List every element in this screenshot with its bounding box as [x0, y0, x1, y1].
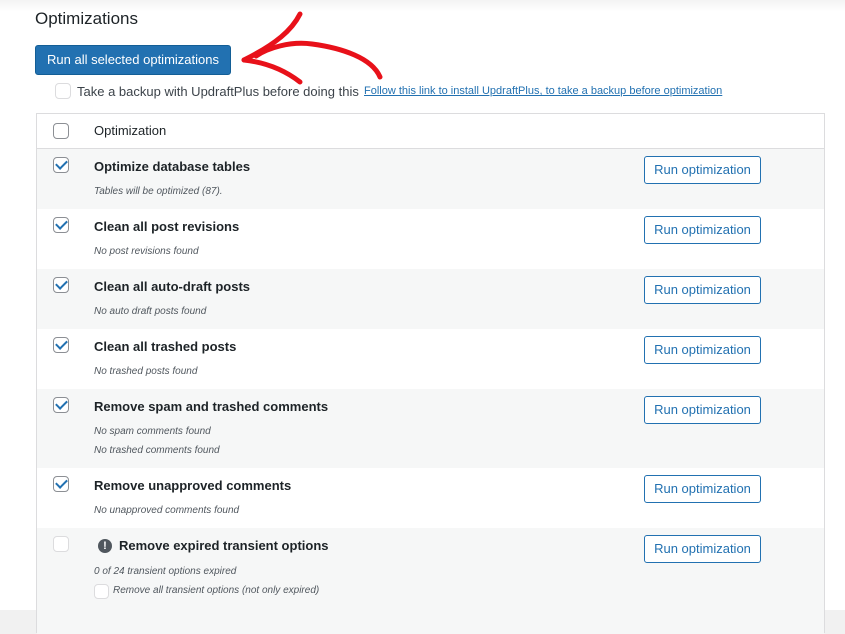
annotation-arrow: [241, 11, 383, 85]
optimizations-panel: Optimizations Run all selected optimizat…: [0, 0, 845, 634]
